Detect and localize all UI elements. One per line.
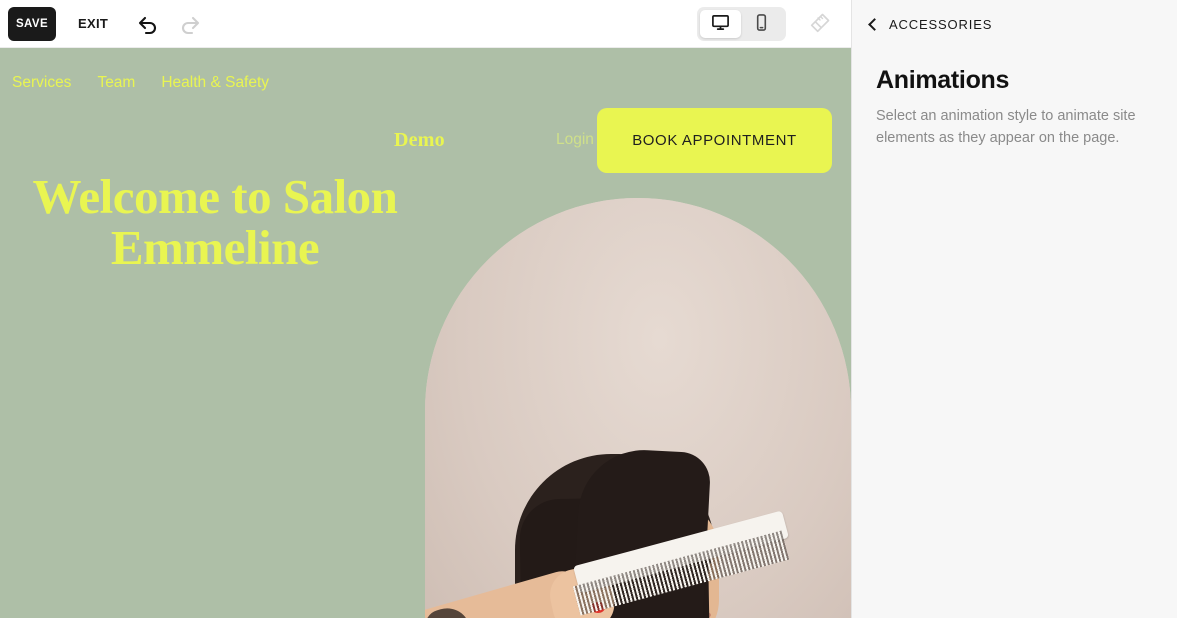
hero-heading: Welcome to Salon Emmeline: [32, 169, 398, 275]
nav-link-services[interactable]: Services: [12, 74, 71, 92]
panel-description: Select an animation style to animate sit…: [876, 108, 1136, 146]
exit-button[interactable]: EXIT: [78, 16, 108, 31]
redo-button[interactable]: [174, 7, 208, 41]
editor-toolbar: SAVE EXIT: [0, 0, 851, 48]
website-preview-canvas[interactable]: Services Team Health & Safety Demo Login…: [0, 48, 851, 618]
paintbrush-icon: [808, 11, 832, 38]
panel-back-breadcrumb[interactable]: ACCESSORIES: [852, 0, 1177, 48]
undo-arrow-icon[interactable]: [130, 7, 164, 41]
theme-paintbrush-button[interactable]: [803, 7, 837, 41]
panel-intro: Animations Select an animation style to …: [852, 48, 1177, 150]
nav-link-login[interactable]: Login: [556, 131, 594, 149]
hero-image[interactable]: [425, 198, 851, 618]
page-title: Animations: [876, 66, 1010, 94]
editor-app: SAVE EXIT Services Team Health & Safety …: [0, 0, 1177, 618]
mobile-phone-icon: [752, 13, 771, 35]
desktop-monitor-icon: [711, 13, 730, 35]
nav-link-health-safety[interactable]: Health & Safety: [161, 74, 269, 92]
undo-button[interactable]: [130, 7, 164, 41]
editor-left-area: SAVE EXIT Services Team Health & Safety …: [0, 0, 851, 618]
site-logo[interactable]: Demo: [394, 129, 445, 152]
chevron-left-icon: [868, 17, 881, 31]
site-nav-links: Services Team Health & Safety: [12, 74, 269, 92]
device-mobile-button[interactable]: [741, 10, 782, 38]
device-desktop-button[interactable]: [700, 10, 741, 38]
nav-link-team[interactable]: Team: [97, 74, 135, 92]
book-appointment-button[interactable]: BOOK APPOINTMENT: [597, 108, 832, 173]
device-preview-toggle[interactable]: [697, 7, 786, 41]
redo-arrow-icon[interactable]: [174, 7, 208, 41]
accessories-side-panel: ACCESSORIES Animations Select an animati…: [851, 0, 1177, 618]
breadcrumb-label: ACCESSORIES: [889, 16, 993, 32]
save-button[interactable]: SAVE: [8, 6, 56, 41]
